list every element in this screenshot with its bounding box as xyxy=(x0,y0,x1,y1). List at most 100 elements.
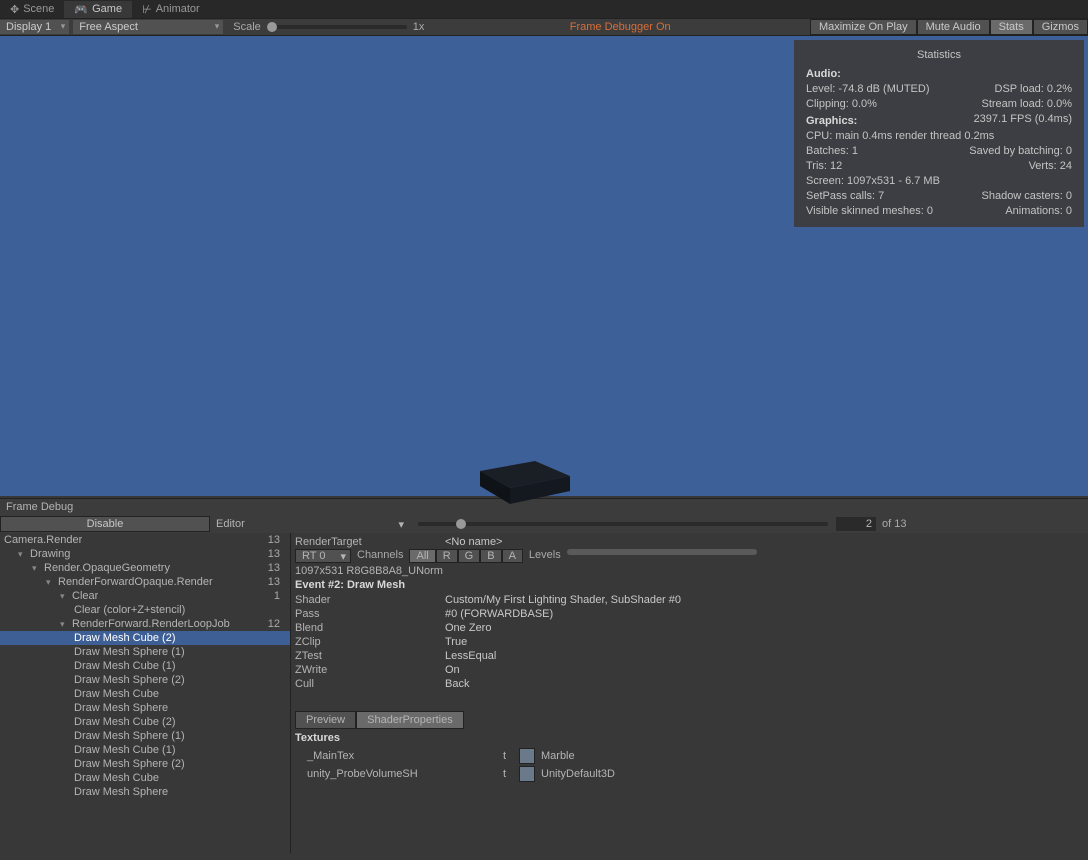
preview-tab[interactable]: Preview xyxy=(295,711,356,729)
tree-row[interactable]: Draw Mesh Cube (2) xyxy=(0,631,290,645)
tree-row[interactable]: Draw Mesh Sphere (2) xyxy=(0,757,290,771)
detail-value: LessEqual xyxy=(445,650,496,662)
detail-key: Pass xyxy=(295,608,445,620)
rt-label: RenderTarget xyxy=(295,536,445,548)
tree-item-count xyxy=(280,730,286,742)
channel-r[interactable]: R xyxy=(436,549,458,563)
tree-item-label: Draw Mesh Cube (2) xyxy=(0,632,175,644)
levels-slider[interactable] xyxy=(567,549,757,555)
texture-icon xyxy=(519,766,535,782)
gizmos-button[interactable]: Gizmos xyxy=(1033,19,1088,35)
tree-item-label: Draw Mesh Cube xyxy=(0,688,159,700)
scale-slider[interactable] xyxy=(267,25,407,29)
tree-item-label: Draw Mesh Sphere (1) xyxy=(0,646,185,658)
tree-item-label: Draw Mesh Sphere (1) xyxy=(0,730,185,742)
tab-scene[interactable]: ✥Scene xyxy=(0,1,64,18)
tex-value[interactable]: Marble xyxy=(541,750,575,762)
fd-event-slider[interactable] xyxy=(418,522,828,526)
stats-button[interactable]: Stats xyxy=(990,19,1033,35)
tree-row[interactable]: Draw Mesh Cube xyxy=(0,771,290,785)
shaderprops-tab[interactable]: ShaderProperties xyxy=(356,711,464,729)
tree-item-count xyxy=(280,716,286,728)
tree-item-count xyxy=(280,688,286,700)
stats-batches: Batches: 1 xyxy=(806,144,858,159)
tree-item-count xyxy=(280,632,286,644)
tree-row[interactable]: Camera.Render 13 xyxy=(0,533,290,547)
tree-item-label: Clear xyxy=(0,590,98,602)
tree-row[interactable]: RenderForwardOpaque.Render13 xyxy=(0,575,290,589)
detail-value: One Zero xyxy=(445,622,491,634)
levels-label: Levels xyxy=(523,549,567,563)
channel-a[interactable]: A xyxy=(502,549,523,563)
tree-row[interactable]: Draw Mesh Cube (1) xyxy=(0,659,290,673)
tree-item-count xyxy=(280,674,286,686)
channel-b[interactable]: B xyxy=(480,549,501,563)
tree-row[interactable]: Draw Mesh Sphere (1) xyxy=(0,729,290,743)
detail-key: ZClip xyxy=(295,636,445,648)
tree-row[interactable]: Render.OpaqueGeometry 13 xyxy=(0,561,290,575)
detail-key: ZWrite xyxy=(295,664,445,676)
channel-g[interactable]: G xyxy=(458,549,481,563)
stats-screen: Screen: 1097x531 - 6.7 MB xyxy=(806,174,1072,189)
rt-dropdown[interactable]: RT 0▾ xyxy=(295,549,351,563)
tree-row[interactable]: Draw Mesh Sphere xyxy=(0,701,290,715)
textures-header: Textures xyxy=(295,729,1084,747)
tree-row[interactable]: RenderForward.RenderLoopJob12 xyxy=(0,617,290,631)
animator-icon: ⊬ xyxy=(142,3,152,16)
tex-value[interactable]: UnityDefault3D xyxy=(541,768,615,780)
detail-key: Cull xyxy=(295,678,445,690)
tab-game[interactable]: 🎮Game xyxy=(64,1,132,18)
tree-item-label: Draw Mesh Sphere xyxy=(0,702,168,714)
maximize-button[interactable]: Maximize On Play xyxy=(810,19,917,35)
fd-editor-dropdown[interactable]: Editor xyxy=(210,518,410,530)
stats-stream: Stream load: 0.0% xyxy=(982,97,1073,112)
tex-type: t xyxy=(503,750,513,762)
stats-anim: Animations: 0 xyxy=(1005,204,1072,219)
display-dropdown[interactable]: Display 1 xyxy=(0,20,69,34)
tree-item-label: Render.OpaqueGeometry xyxy=(0,562,170,574)
tab-animator[interactable]: ⊬Animator xyxy=(132,1,210,18)
fd-disable-button[interactable]: Disable xyxy=(0,516,210,532)
stats-shadow: Shadow casters: 0 xyxy=(982,189,1073,204)
rendered-cube xyxy=(475,446,575,506)
tex-name: _MainTex xyxy=(307,750,497,762)
tree-row[interactable]: Clear (color+Z+stencil) xyxy=(0,603,290,617)
tree-item-count xyxy=(280,702,286,714)
detail-value: On xyxy=(445,664,460,676)
tree-item-count: 13 xyxy=(268,534,286,546)
tree-row[interactable]: Draw Mesh Sphere (1) xyxy=(0,645,290,659)
drawcall-tree[interactable]: Camera.Render 13Drawing13Render.OpaqueGeo… xyxy=(0,533,290,853)
fd-current-event[interactable]: 2 xyxy=(836,517,876,531)
detail-value: Custom/My First Lighting Shader, SubShad… xyxy=(445,594,681,606)
channel-all[interactable]: All xyxy=(409,549,435,563)
stats-verts: Verts: 24 xyxy=(1029,159,1072,174)
aspect-dropdown[interactable]: Free Aspect xyxy=(73,20,223,34)
tree-row[interactable]: Draw Mesh Sphere (2) xyxy=(0,673,290,687)
tree-row[interactable]: Drawing13 xyxy=(0,547,290,561)
tex-name: unity_ProbeVolumeSH xyxy=(307,768,497,780)
tree-row[interactable]: Clear1 xyxy=(0,589,290,603)
tree-item-label: Draw Mesh Sphere (2) xyxy=(0,674,185,686)
tree-item-count: 13 xyxy=(268,548,286,560)
tree-item-count xyxy=(280,758,286,770)
tree-item-label: Draw Mesh Sphere xyxy=(0,786,168,798)
frame-debug-toolbar: Disable Editor 2 of 13 xyxy=(0,515,1088,533)
stats-clipping: Clipping: 0.0% xyxy=(806,97,877,112)
tree-item-label: Camera.Render xyxy=(0,534,82,546)
tree-row[interactable]: Draw Mesh Cube (1) xyxy=(0,743,290,757)
tree-item-label: Draw Mesh Cube (2) xyxy=(0,716,175,728)
tree-row[interactable]: Draw Mesh Cube xyxy=(0,687,290,701)
tree-row[interactable]: Draw Mesh Sphere xyxy=(0,785,290,799)
tree-item-count: 13 xyxy=(268,562,286,574)
tree-row[interactable]: Draw Mesh Cube (2) xyxy=(0,715,290,729)
mute-button[interactable]: Mute Audio xyxy=(917,19,990,35)
tree-item-count xyxy=(280,646,286,658)
stats-fps: 2397.1 FPS (0.4ms) xyxy=(974,112,1072,129)
tree-item-count xyxy=(280,660,286,672)
tree-item-count xyxy=(280,786,286,798)
stats-dsp: DSP load: 0.2% xyxy=(995,82,1072,97)
stats-tris: Tris: 12 xyxy=(806,159,842,174)
stats-gfx-header: Graphics: xyxy=(806,114,857,129)
rt-format: 1097x531 R8G8B8A8_UNorm xyxy=(295,565,1084,577)
drawcall-details: RenderTarget<No name> RT 0▾ Channels All… xyxy=(290,533,1088,853)
